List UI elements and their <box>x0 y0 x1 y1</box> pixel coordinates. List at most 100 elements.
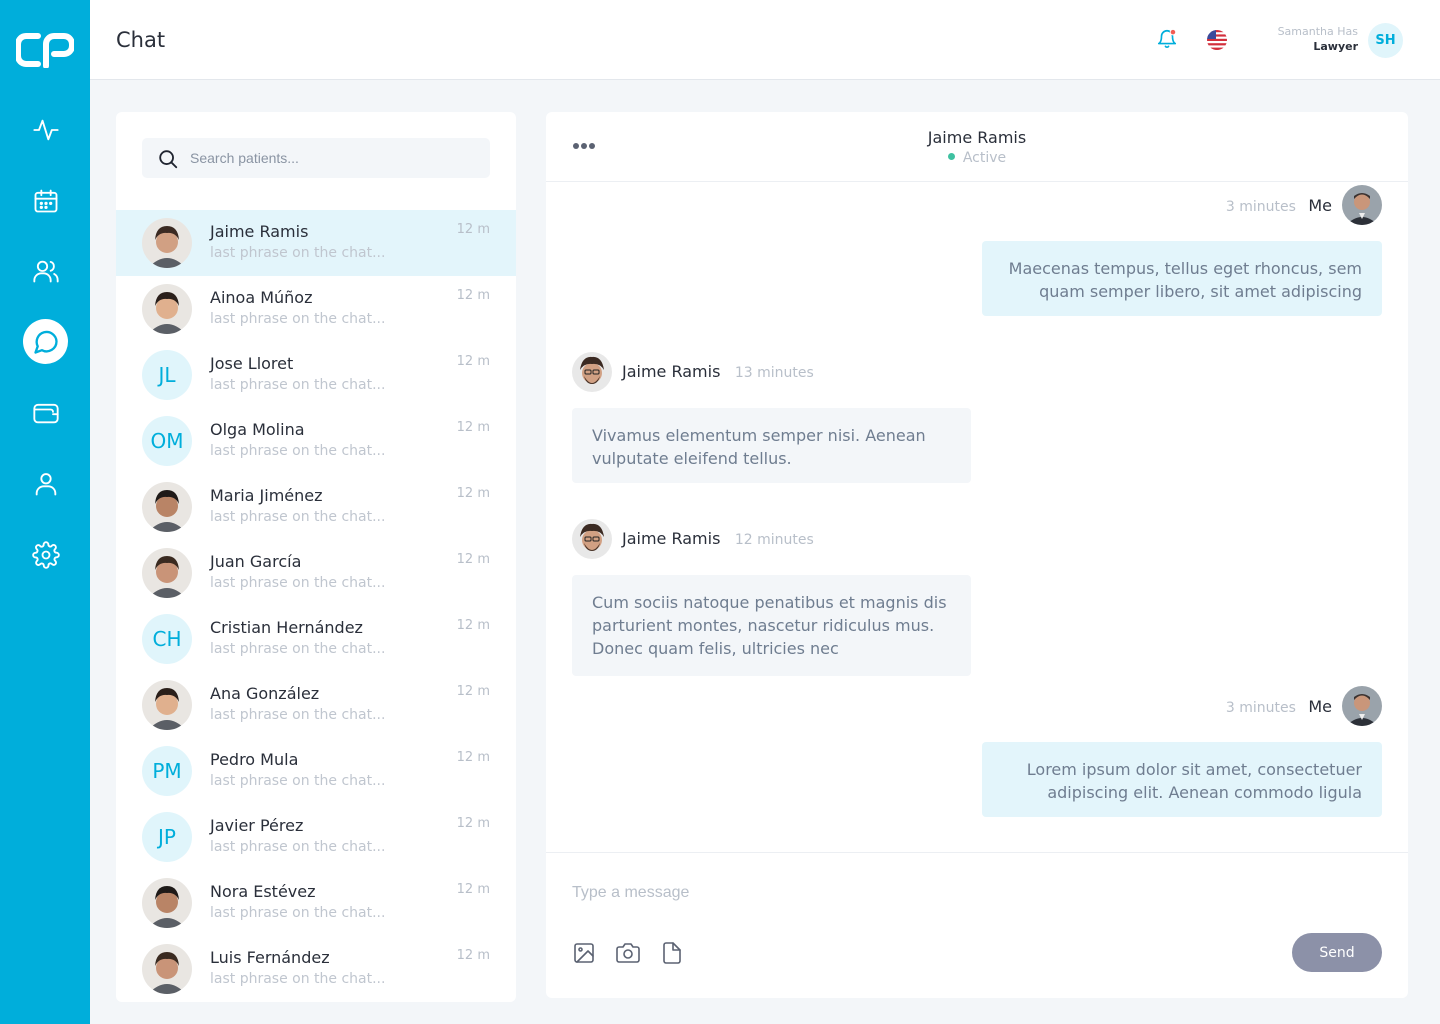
nav-chat[interactable] <box>23 319 68 364</box>
user-role: Lawyer <box>1313 40 1358 53</box>
contact-name: Nora Estévez <box>210 882 316 901</box>
sidebar <box>0 0 90 1024</box>
message-sender: Me <box>1308 697 1332 716</box>
contact-row[interactable]: CH Cristian Hernández last phrase on the c… <box>116 606 516 672</box>
wallet-icon <box>32 403 59 423</box>
contact-avatar <box>142 944 192 994</box>
contact-row[interactable]: Juan García last phrase on the chat... 12 … <box>116 540 516 606</box>
contact-name: Javier Pérez <box>210 816 304 835</box>
notification-bell-icon[interactable] <box>1156 28 1178 50</box>
nav-activity[interactable] <box>23 107 68 152</box>
contact-name: Olga Molina <box>210 420 305 439</box>
contact-last-message: last phrase on the chat... <box>210 377 386 393</box>
contact-time: 12 m <box>456 948 490 963</box>
contact-row[interactable]: Jaime Ramis last phrase on the chat... 12 … <box>116 210 516 276</box>
contact-name: Ainoa Múñoz <box>210 288 313 307</box>
contact-time: 12 m <box>456 552 490 567</box>
contact-last-message: last phrase on the chat... <box>210 839 386 855</box>
contact-avatar <box>142 680 192 730</box>
contact-name: Ana González <box>210 684 320 703</box>
contact-last-message: last phrase on the chat... <box>210 641 386 657</box>
nav-calendar[interactable] <box>23 178 68 223</box>
contact-last-message: last phrase on the chat... <box>210 773 386 789</box>
us-flag-icon[interactable] <box>1207 30 1227 50</box>
contact-time: 12 m <box>456 750 490 765</box>
image-attach-icon[interactable] <box>572 941 596 965</box>
contact-avatar <box>142 548 192 598</box>
contact-row[interactable]: Luis Fernández last phrase on the chat...… <box>116 936 516 1002</box>
chat-contact-status: Active <box>546 150 1408 166</box>
message-sender: Me <box>1308 196 1332 215</box>
user-name: Samantha Has <box>1277 25 1358 38</box>
contact-last-message: last phrase on the chat... <box>210 707 386 723</box>
contact-time: 12 m <box>456 354 490 369</box>
contact-list-panel: Jaime Ramis last phrase on the chat... 12 … <box>116 112 516 1002</box>
page-title: Chat <box>116 28 166 52</box>
user-icon <box>35 472 56 495</box>
status-dot-icon <box>947 152 955 160</box>
contact-time: 12 m <box>456 882 490 897</box>
contact-name: Jaime Ramis <box>210 222 309 241</box>
contact-avatar <box>572 352 612 392</box>
contact-avatar: PM <box>142 746 192 796</box>
message-bubble: Maecenas tempus, tellus eget rhoncus, se… <box>982 241 1382 316</box>
nav-profile[interactable] <box>23 461 68 506</box>
contact-time: 12 m <box>456 288 490 303</box>
contact-avatar <box>142 482 192 532</box>
contact-row[interactable]: JL Jose Lloret last phrase on the chat... 1… <box>116 342 516 408</box>
my-avatar <box>1342 185 1382 225</box>
contact-row[interactable]: Maria Jiménez last phrase on the chat... 1… <box>116 474 516 540</box>
user-avatar[interactable]: SH <box>1368 23 1403 58</box>
contact-name: Cristian Hernández <box>210 618 363 637</box>
contact-row[interactable]: Ana González last phrase on the chat... 12… <box>116 672 516 738</box>
contact-name: Juan García <box>210 552 302 571</box>
contact-last-message: last phrase on the chat... <box>210 575 386 591</box>
contact-avatar: JL <box>142 350 192 400</box>
message-meta: Jaime Ramis 12 minutes <box>622 529 814 548</box>
contact-row[interactable]: Nora Estévez last phrase on the chat... 12… <box>116 870 516 936</box>
contact-avatar: JP <box>142 812 192 862</box>
contact-last-message: last phrase on the chat... <box>210 443 386 459</box>
status-text: Active <box>962 150 1007 166</box>
contact-time: 12 m <box>456 816 490 831</box>
message-composer: Send <box>546 852 1408 998</box>
nav-users[interactable] <box>23 248 68 293</box>
send-button[interactable]: Send <box>1292 933 1382 972</box>
contact-time: 12 m <box>456 486 490 501</box>
message-time: 3 minutes <box>1225 700 1296 716</box>
contact-name: Maria Jiménez <box>210 486 323 505</box>
contact-row[interactable]: Ainoa Múñoz last phrase on the chat... 12 … <box>116 276 516 342</box>
app-logo[interactable] <box>16 32 74 68</box>
file-attach-icon[interactable] <box>660 941 684 965</box>
camera-icon[interactable] <box>616 941 640 965</box>
contact-avatar <box>142 878 192 928</box>
message-bubble: Cum sociis natoque penatibus et magnis d… <box>572 575 971 676</box>
contact-avatar <box>142 284 192 334</box>
message-input[interactable] <box>572 873 1272 913</box>
contact-time: 12 m <box>456 222 490 237</box>
nav-settings[interactable] <box>23 532 68 577</box>
contact-avatar <box>572 519 612 559</box>
message-time: 12 minutes <box>734 532 814 548</box>
contact-last-message: last phrase on the chat... <box>210 245 386 261</box>
gear-icon <box>31 540 60 569</box>
contact-avatar <box>142 218 192 268</box>
nav-wallet[interactable] <box>23 390 68 435</box>
contact-time: 12 m <box>456 684 490 699</box>
contact-avatar: CH <box>142 614 192 664</box>
message-time: 13 minutes <box>734 365 814 381</box>
contact-time: 12 m <box>456 420 490 435</box>
contact-avatar: OM <box>142 416 192 466</box>
contact-row[interactable]: JP Javier Pérez last phrase on the chat...… <box>116 804 516 870</box>
my-avatar <box>1342 686 1382 726</box>
contact-last-message: last phrase on the chat... <box>210 971 386 987</box>
search-icon <box>159 150 178 169</box>
calendar-icon <box>34 189 57 212</box>
contact-last-message: last phrase on the chat... <box>210 509 386 525</box>
contact-row[interactable]: PM Pedro Mula last phrase on the chat... 12… <box>116 738 516 804</box>
contact-row[interactable]: OM Olga Molina last phrase on the chat... 1… <box>116 408 516 474</box>
users-icon <box>32 260 59 282</box>
search-input[interactable] <box>190 138 480 178</box>
chat-panel: Jaime Ramis Active 3 minutes Me Maecenas… <box>546 112 1408 998</box>
message-bubble: Lorem ipsum dolor sit amet, consectetuer… <box>982 742 1382 817</box>
